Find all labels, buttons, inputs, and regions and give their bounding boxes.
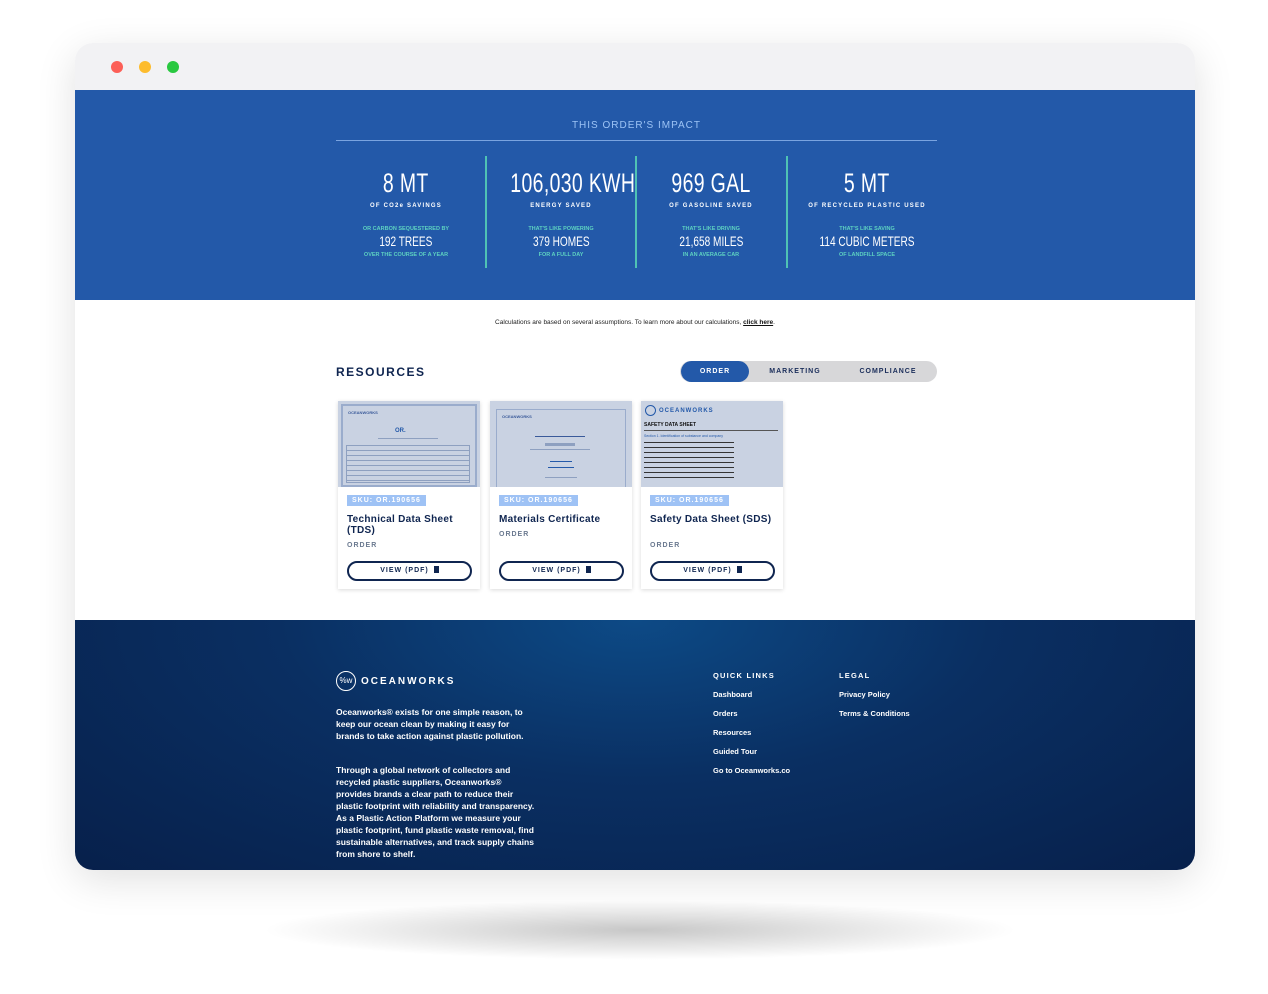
stat-label: OF RECYCLED PLASTIC USED [808, 203, 926, 209]
footer-about-2: Through a global network of collectors a… [336, 765, 535, 859]
card-title: Materials Certificate [499, 514, 601, 525]
stat-label: OF GASOLINE SAVED [669, 203, 753, 209]
window-shadow [260, 900, 1020, 960]
stat-pre: THAT'S LIKE SAVING [839, 226, 895, 232]
button-label: VIEW (PDF) [380, 567, 429, 574]
file-icon [736, 566, 742, 573]
footer-about-1: Oceanworks® exists for one simple reason… [336, 707, 524, 741]
note-text: Calculations are based on several assump… [495, 319, 744, 326]
close-window-button[interactable] [111, 61, 123, 73]
thumb-section: Section 1. Identification of substance a… [644, 434, 723, 438]
stat-post: IN AN AVERAGE CAR [682, 252, 740, 258]
stat-equivalent: 114 CUBIC METERS [819, 233, 915, 249]
button-label: VIEW (PDF) [532, 567, 581, 574]
logo-text: OCEANWORKS [361, 675, 456, 687]
document-thumbnail: OCEANWORKS [490, 401, 632, 487]
document-thumbnail: OCEANWORKS OR. [338, 401, 480, 487]
sku-badge: SKU: OR.190656 [347, 495, 426, 506]
stat-equivalent: 379 HOMES [532, 233, 590, 249]
tab-order[interactable]: ORDER [681, 361, 749, 382]
calculations-note: Calculations are based on several assump… [75, 319, 1195, 326]
file-icon [585, 566, 591, 573]
stat-pre: OR CARBON SEQUESTERED BY [362, 226, 450, 232]
stat-equivalent: 192 TREES [379, 233, 433, 249]
stat-value: 106,030 KWH [510, 168, 636, 198]
thumb-brand: OCEANWORKS [659, 408, 714, 414]
logo-mark-icon: %w [336, 671, 356, 691]
file-icon [433, 566, 439, 573]
sku-badge: SKU: OR.190656 [650, 495, 729, 506]
stat-post: FOR A FULL DAY [538, 252, 584, 258]
link-dashboard[interactable]: Dashboard [713, 690, 752, 699]
card-type: ORDER [650, 542, 681, 549]
thumb-code: OR. [395, 428, 406, 434]
maximize-window-button[interactable] [167, 61, 179, 73]
resource-card-materials-certificate: OCEANWORKS SKU: OR.190656 Materials Cert… [490, 401, 632, 589]
thumb-title: SAFETY DATA SHEET [644, 422, 697, 428]
link-oceanworks-site[interactable]: Go to Oceanworks.co [713, 766, 790, 775]
stat-pre: THAT'S LIKE POWERING [528, 226, 594, 232]
stat-value: 5 MT [844, 168, 890, 198]
stat-pre: THAT'S LIKE DRIVING [682, 226, 740, 232]
thumb-brand: OCEANWORKS [502, 414, 532, 419]
stat-label: ENERGY SAVED [530, 203, 592, 209]
view-pdf-button[interactable]: VIEW (PDF) [499, 561, 624, 581]
stat-energy: 106,030 KWH ENERGY SAVED THAT'S LIKE POW… [486, 156, 636, 258]
quick-links-title: QUICK LINKS [713, 671, 775, 680]
button-label: VIEW (PDF) [683, 567, 732, 574]
card-type: ORDER [499, 531, 530, 538]
resource-card-tds: OCEANWORKS OR. SKU: OR.190656 Technical … [338, 401, 480, 589]
resource-tabs: ORDER MARKETING COMPLIANCE [680, 361, 937, 382]
oceanworks-logo[interactable]: %w OCEANWORKS [336, 671, 455, 691]
note-end: . [773, 319, 775, 326]
resources-title: RESOURCES [336, 365, 426, 379]
thumb-brand: OCEANWORKS [348, 410, 378, 415]
stat-co2: 8 MT OF CO2e SAVINGS OR CARBON SEQUESTER… [331, 156, 481, 258]
view-pdf-button[interactable]: VIEW (PDF) [650, 561, 775, 581]
link-orders[interactable]: Orders [713, 709, 738, 718]
stat-label: OF CO2e SAVINGS [370, 203, 442, 209]
document-thumbnail: OCEANWORKS SAFETY DATA SHEET Section 1. … [641, 401, 783, 487]
stat-value: 969 GAL [671, 168, 751, 198]
tab-compliance[interactable]: COMPLIANCE [845, 361, 931, 382]
minimize-window-button[interactable] [139, 61, 151, 73]
divider [786, 156, 788, 268]
stat-plastic: 5 MT OF RECYCLED PLASTIC USED THAT'S LIK… [792, 156, 942, 258]
tab-marketing[interactable]: MARKETING [755, 361, 835, 382]
logo-icon [645, 405, 656, 416]
order-impact-section: THIS ORDER'S IMPACT 8 MT OF CO2e SAVINGS… [75, 90, 1195, 300]
footer: %w OCEANWORKS Oceanworks® exists for one… [75, 620, 1195, 870]
sku-badge: SKU: OR.190656 [499, 495, 578, 506]
link-privacy-policy[interactable]: Privacy Policy [839, 690, 890, 699]
resource-card-sds: OCEANWORKS SAFETY DATA SHEET Section 1. … [641, 401, 783, 589]
card-title: Technical Data Sheet (TDS) [347, 514, 453, 536]
divider [336, 140, 937, 141]
click-here-link[interactable]: click here [743, 319, 773, 326]
link-resources[interactable]: Resources [713, 728, 751, 737]
stat-post: OF LANDFILL SPACE [838, 252, 896, 258]
stat-post: OVER THE COURSE OF A YEAR [363, 252, 449, 258]
title-bar [75, 43, 1195, 90]
view-pdf-button[interactable]: VIEW (PDF) [347, 561, 472, 581]
browser-window: THIS ORDER'S IMPACT 8 MT OF CO2e SAVINGS… [75, 43, 1195, 870]
legal-title: LEGAL [839, 671, 871, 680]
card-title: Safety Data Sheet (SDS) [650, 514, 772, 525]
link-guided-tour[interactable]: Guided Tour [713, 747, 757, 756]
impact-title: THIS ORDER'S IMPACT [571, 120, 702, 131]
stat-gasoline: 969 GAL OF GASOLINE SAVED THAT'S LIKE DR… [636, 156, 786, 258]
link-terms[interactable]: Terms & Conditions [839, 709, 910, 718]
card-type: ORDER [347, 542, 378, 549]
stat-value: 8 MT [383, 168, 429, 198]
stat-equivalent: 21,658 MILES [679, 233, 743, 249]
